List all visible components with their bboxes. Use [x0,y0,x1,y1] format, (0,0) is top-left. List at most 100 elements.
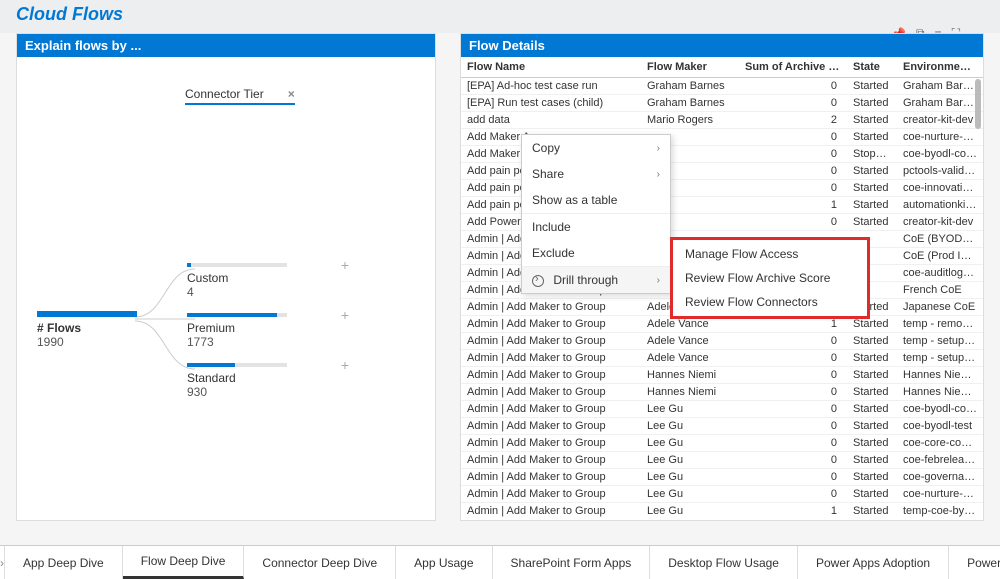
expand-icon[interactable]: + [341,307,349,323]
cell-state: Started [847,452,897,469]
cell-env: creator-kit-dev [897,112,983,129]
tier-node-standard[interactable]: + Standard 930 [187,363,327,399]
table-row[interactable]: Admin | Add Maker to GroupHannes Niemi0S… [461,384,983,401]
ctx-label: Share [532,167,564,181]
expand-icon[interactable]: + [341,357,349,373]
col-env[interactable]: Environment Name [897,57,983,78]
table-header-row: Flow Name Flow Maker Sum of Archive Scor… [461,57,983,78]
tab-connector-deep-dive[interactable]: Connector Deep Dive [244,546,396,579]
table-row[interactable]: [EPA] Run test cases (child)Graham Barne… [461,95,983,112]
table-row[interactable]: Admin | Add Maker to GroupLee Gu0Started… [461,452,983,469]
tab-flow-deep-dive[interactable]: Flow Deep Dive [123,546,245,579]
cell-flow-name: Admin | Add Maker to Group [461,486,641,503]
ctx-share[interactable]: Share › [522,161,670,187]
page-tabs: › App Deep DiveFlow Deep DiveConnector D… [0,545,1000,579]
col-flow-maker[interactable]: Flow Maker [641,57,739,78]
cell-state: Started [847,95,897,112]
drill-through-submenu: Manage Flow Access Review Flow Archive S… [670,237,870,319]
cell-state: Started [847,401,897,418]
field-chip-label: Connector Tier [185,87,264,101]
drill-through-icon [532,275,544,287]
ctx-exclude[interactable]: Exclude [522,240,670,266]
cell-archive-score: 0 [739,180,847,197]
col-state[interactable]: State [847,57,897,78]
cell-flow-name: add data [461,112,641,129]
cell-env: Graham Barnes's Environment [897,78,983,95]
ctx-copy[interactable]: Copy › [522,135,670,161]
col-archive-score[interactable]: Sum of Archive Score [739,57,847,78]
ctx-show-as-table[interactable]: Show as a table [522,187,670,213]
tier-node-custom[interactable]: + Custom 4 [187,263,327,299]
table-row[interactable]: add dataMario Rogers2Startedcreator-kit-… [461,112,983,129]
tab-power-platform-yoy-adopti[interactable]: Power Platform YoY Adopti [949,546,1000,579]
chevron-right-icon: › [657,169,660,180]
table-row[interactable]: Admin | Add Maker to GroupLee Gu0Started… [461,486,983,503]
cell-env: Graham Barnes's Environment [897,95,983,112]
table-row[interactable]: Admin | Add Maker to GroupLee Gu1Started… [461,503,983,518]
tier-value: 4 [187,285,327,299]
ctx-label: Drill through [553,273,618,287]
cell-archive-score: 0 [739,367,847,384]
tab-app-deep-dive[interactable]: App Deep Dive [5,546,123,579]
cell-env: French CoE [897,282,983,299]
ctx-drill-through[interactable]: Drill through › [522,266,670,293]
cell-archive-score: 0 [739,163,847,180]
sankey-visual[interactable]: Connector Tier × # Flows 1990 + Custom 4 [17,57,435,497]
scrollbar-thumb[interactable] [975,79,981,129]
cell-archive-score: 1 [739,197,847,214]
explain-flows-panel: Explain flows by ... Connector Tier × # … [16,33,436,521]
col-flow-name[interactable]: Flow Name [461,57,641,78]
tab-sharepoint-form-apps[interactable]: SharePoint Form Apps [493,546,651,579]
cell-flow-maker: Lee Gu [641,418,739,435]
expand-icon[interactable]: + [341,257,349,273]
cell-archive-score: 0 [739,435,847,452]
flow-details-header: Flow Details [461,34,983,57]
tab-power-apps-adoption[interactable]: Power Apps Adoption [798,546,949,579]
cell-state: Started [847,129,897,146]
drill-review-archive-score[interactable]: Review Flow Archive Score [673,266,867,290]
drill-review-connectors[interactable]: Review Flow Connectors [673,290,867,314]
cell-flow-maker: Lee Gu [641,486,739,503]
cell-state: Started [847,112,897,129]
cell-archive-score: 0 [739,95,847,112]
tier-label: Custom [187,271,327,285]
cell-env: coe-nurture-components-dev [897,129,983,146]
ctx-include[interactable]: Include [522,213,670,240]
drill-manage-flow-access[interactable]: Manage Flow Access [673,242,867,266]
table-row[interactable]: Admin | Add Maker to GroupLee Gu0Started… [461,401,983,418]
sankey-root-node[interactable]: # Flows 1990 [37,311,137,349]
table-row[interactable]: Admin | Add Maker to GroupHannes Niemi0S… [461,367,983,384]
cell-flow-name: Admin | Add Maker to Group [461,452,641,469]
cell-env: CoE (Prod Install) [897,248,983,265]
cell-flow-maker: Lee Gu [641,401,739,418]
table-row[interactable]: Admin | Add Maker to GroupAdele Vance0St… [461,350,983,367]
cell-state: Started [847,503,897,518]
cell-archive-score: 0 [739,146,847,163]
cell-archive-score: 0 [739,418,847,435]
ctx-label: Exclude [532,246,575,260]
table-row[interactable]: Admin | Add Maker to GroupLee Gu0Started… [461,469,983,486]
tab-desktop-flow-usage[interactable]: Desktop Flow Usage [650,546,798,579]
cell-state: Stopped [847,146,897,163]
cell-env: coe-innovation-backlog-compo [897,180,983,197]
cell-state: Started [847,350,897,367]
tab-app-usage[interactable]: App Usage [396,546,492,579]
tier-label: Standard [187,371,327,385]
cell-flow-name: Admin | Add Maker to Group [461,333,641,350]
remove-field-icon[interactable]: × [288,87,295,101]
cell-flow-maker: Lee Gu [641,469,739,486]
cell-env: pctools-validation [897,163,983,180]
table-row[interactable]: [EPA] Ad-hoc test case runGraham Barnes0… [461,78,983,95]
table-row[interactable]: Admin | Add Maker to GroupAdele Vance0St… [461,333,983,350]
cell-state: Started [847,469,897,486]
field-chip[interactable]: Connector Tier × [185,87,295,105]
cell-env: Hannes Niemi's Environment [897,384,983,401]
cell-env: coe-auditlog-components-dev [897,265,983,282]
cell-env: coe-byodl-components-dev [897,146,983,163]
table-row[interactable]: Admin | Add Maker to GroupLee Gu0Started… [461,435,983,452]
tier-label: Premium [187,321,327,335]
cell-flow-name: Admin | Add Maker to Group [461,469,641,486]
cell-state: Started [847,384,897,401]
table-row[interactable]: Admin | Add Maker to GroupLee Gu0Started… [461,418,983,435]
tier-node-premium[interactable]: + Premium 1773 [187,313,327,349]
